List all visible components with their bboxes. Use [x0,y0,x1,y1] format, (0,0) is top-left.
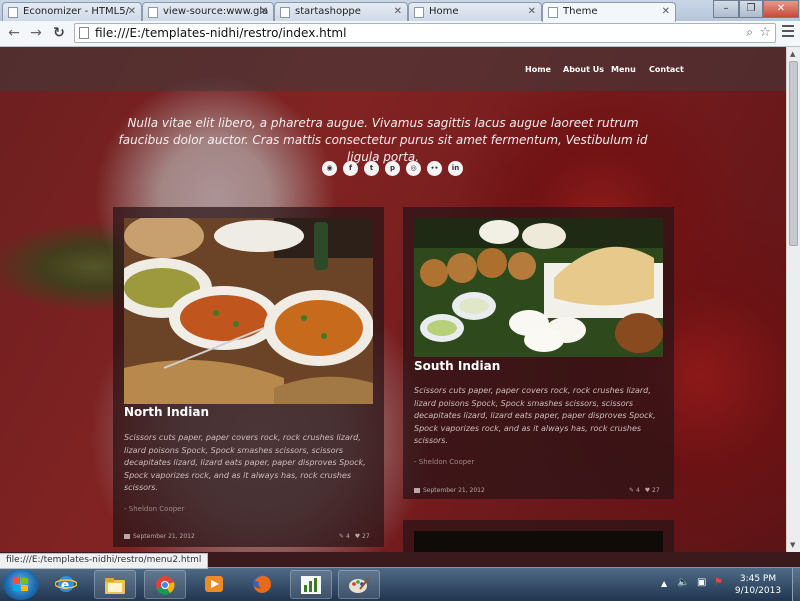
internet-explorer-icon[interactable]: e [46,570,88,599]
comment-icon[interactable]: ✎ [629,487,634,494]
paint-icon[interactable] [338,570,380,599]
chart-app-icon[interactable] [290,570,332,599]
tab-title: Theme [563,6,598,17]
windows-taskbar: e ▲ 🔈 ▣ ⚑ 3:45 PM 9/10/2013 [0,567,800,601]
page-icon [148,7,158,18]
linkedin-icon[interactable]: in [448,161,463,176]
chrome-icon[interactable] [144,570,186,599]
back-arrow-icon[interactable]: ← [6,25,22,41]
tab-title: view-source:www.gla [163,6,269,17]
card-date: September 21, 2012 [124,533,195,540]
card-title: South Indian [414,359,501,373]
tab-title: startashoppe [295,6,361,17]
card-stats: ✎ 4 ♥ 27 [339,533,370,540]
tab-economizer[interactable]: Economizer - HTML5/ ✕ [2,2,142,21]
calendar-icon [124,534,130,539]
windows-logo-icon [13,578,29,592]
forward-arrow-icon[interactable]: → [28,25,44,41]
address-url: file:///E:/templates-nidhi/restro/index.… [95,26,347,40]
system-clock[interactable]: 3:45 PM 9/10/2013 [728,573,788,597]
nav-home-link[interactable]: Home [525,65,551,74]
page-icon [548,7,558,18]
scroll-up-arrow-icon[interactable]: ▲ [790,50,795,58]
maximize-button[interactable]: ❐ [739,0,763,18]
site-nav: Home About Us Menu Contact [0,47,786,91]
south-indian-food-photo [414,218,663,357]
bookmark-star-icon[interactable]: ☆ [759,25,771,40]
close-window-button[interactable]: ✕ [763,0,799,18]
tab-theme[interactable]: Theme ✕ [542,2,676,22]
card-description: Scissors cuts paper, paper covers rock, … [124,433,366,492]
media-player-icon[interactable] [194,570,236,599]
card-title: North Indian [124,405,210,419]
pinterest-icon[interactable]: p [385,161,400,176]
show-desktop-button[interactable] [792,568,800,601]
calendar-icon [414,488,420,493]
close-tab-icon[interactable]: ✕ [662,3,670,21]
menu-card-south-indian[interactable]: South Indian Scissors cuts paper, paper … [403,207,674,499]
menu-card-north-indian[interactable]: North Indian Scissors cuts paper, paper … [113,207,384,547]
reload-icon[interactable]: ↻ [51,25,67,41]
card-description: Scissors cuts paper, paper covers rock, … [414,386,656,445]
comment-icon[interactable]: ✎ [339,533,344,540]
comment-count: 4 [635,487,640,494]
nav-menu-link[interactable]: Menu [611,65,636,74]
close-tab-icon[interactable]: ✕ [528,3,536,21]
tab-home[interactable]: Home ✕ [408,2,542,21]
close-tab-icon[interactable]: ✕ [260,3,268,21]
search-icon[interactable]: ⌕ [746,25,753,40]
clock-time: 3:45 PM [739,574,777,584]
nav-about-link[interactable]: About Us [563,65,604,74]
volume-icon[interactable]: 🔈 [677,577,689,588]
tab-title: Home [429,6,459,17]
browser-toolbar: ← → ↻ file:///E:/templates-nidhi/restro/… [0,21,800,47]
browser-menu-icon[interactable] [782,25,794,39]
tab-title: Economizer - HTML5/ [23,6,129,17]
show-hidden-icons-icon[interactable]: ▲ [661,579,667,588]
card-stats: ✎ 4 ♥ 27 [629,487,660,494]
like-count: 27 [652,487,660,494]
nav-contact-link[interactable]: Contact [649,65,684,74]
rss-icon[interactable]: ◉ [322,161,337,176]
tab-strip: Economizer - HTML5/ ✕ view-source:www.gl… [0,0,800,22]
card-date-text: September 21, 2012 [423,487,485,494]
card-date-text: September 21, 2012 [133,533,195,540]
like-count: 27 [362,533,370,540]
firefox-icon[interactable] [242,570,284,599]
card-date: September 21, 2012 [414,487,485,494]
tab-startashoppe[interactable]: startashoppe ✕ [274,2,408,21]
flickr-icon[interactable]: •• [427,161,442,176]
close-tab-icon[interactable]: ✕ [394,3,402,21]
food-photo [414,531,663,552]
page-icon [280,7,290,18]
comment-count: 4 [345,533,350,540]
heart-icon[interactable]: ♥ [355,533,360,540]
clock-date: 9/10/2013 [734,586,782,596]
twitter-icon[interactable]: t [364,161,379,176]
page-icon [414,7,424,18]
page-icon [79,27,89,39]
close-tab-icon[interactable]: ✕ [128,3,136,21]
page-icon [8,7,18,18]
status-bar-url: file:///E:/templates-nidhi/restro/menu2.… [0,553,209,569]
address-bar[interactable]: file:///E:/templates-nidhi/restro/index.… [74,23,776,43]
menu-card-partial[interactable] [403,520,674,552]
hero-tagline: Nulla vitae elit libero, a pharetra augu… [118,116,648,164]
minimize-button[interactable]: – [713,0,739,18]
north-indian-food-photo [124,218,373,404]
scroll-down-arrow-icon[interactable]: ▼ [790,541,795,549]
web-page: Home About Us Menu Contact Nulla vitae e… [0,47,786,552]
scrollbar-thumb[interactable] [789,61,798,246]
action-center-icon[interactable]: ⚑ [714,577,723,588]
file-explorer-icon[interactable] [94,570,136,599]
card-author: - Sheldon Cooper [124,505,185,513]
card-author: - Sheldon Cooper [414,458,475,466]
dribbble-icon[interactable]: ◎ [406,161,421,176]
facebook-icon[interactable]: f [343,161,358,176]
heart-icon[interactable]: ♥ [645,487,650,494]
start-button[interactable] [3,569,39,600]
page-scrollbar[interactable]: ▲ ▼ [786,47,800,552]
network-icon[interactable]: ▣ [697,577,706,588]
tab-view-source[interactable]: view-source:www.gla ✕ [142,2,274,21]
